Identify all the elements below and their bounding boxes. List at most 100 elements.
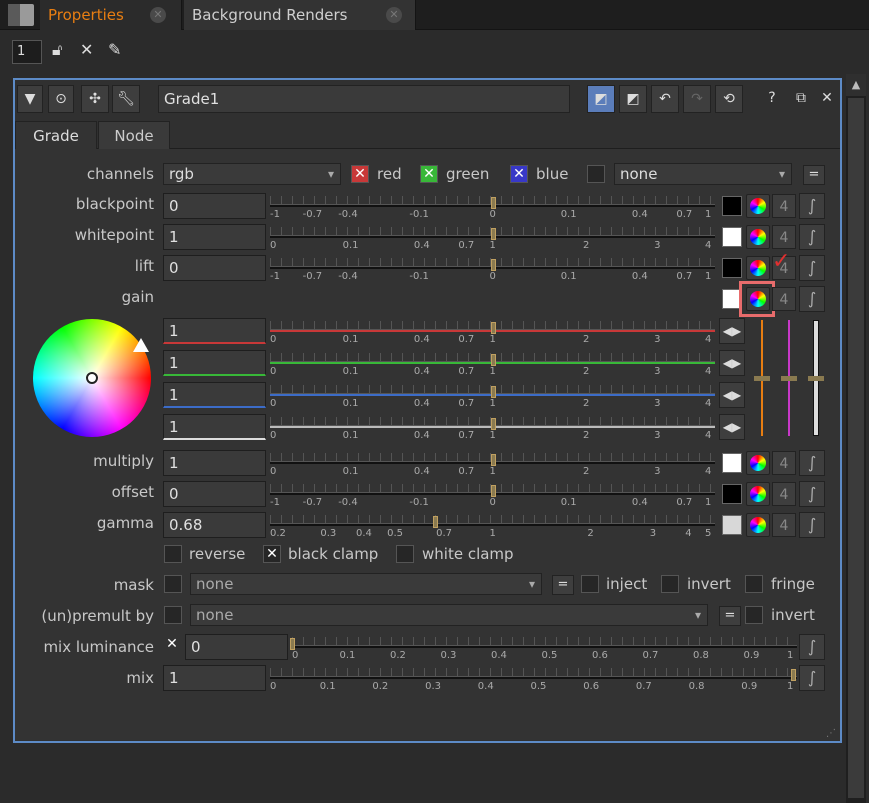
centre-node-icon[interactable]: ✣: [81, 85, 109, 113]
slider-handle[interactable]: [490, 418, 496, 430]
pencil-icon[interactable]: ✎: [108, 40, 121, 62]
color-wheel-icon[interactable]: [746, 482, 770, 506]
inject-checkbox[interactable]: [581, 575, 599, 593]
animation-curve-icon[interactable]: ∫: [799, 224, 825, 250]
premult-dropdown[interactable]: none: [190, 604, 708, 626]
gamma-swatch[interactable]: [722, 515, 742, 535]
tab-node[interactable]: Node: [98, 121, 170, 149]
wrench-icon[interactable]: 🔧︎: [112, 85, 140, 113]
collapse-icon[interactable]: ▼: [17, 85, 43, 113]
gain-green-arrows-icon[interactable]: ◀▶: [719, 350, 745, 376]
premult-invert-checkbox[interactable]: [745, 606, 763, 624]
animation-curve-icon[interactable]: ∫: [799, 193, 825, 219]
animation-curve-icon[interactable]: ∫: [799, 255, 825, 281]
multiply-swatch[interactable]: [722, 453, 742, 473]
red-checkbox[interactable]: ✕: [351, 165, 369, 183]
value-triangle-icon[interactable]: [133, 338, 149, 352]
split-channels-button[interactable]: 4: [772, 287, 796, 311]
gain-red-field[interactable]: 1: [163, 318, 266, 344]
slider-handle[interactable]: [490, 454, 496, 466]
offset-slider[interactable]: -1 -0.7 -0.4 -0.1 0 0.1 0.4 0.7 1: [270, 481, 715, 509]
animation-curve-icon[interactable]: ∫: [799, 634, 825, 660]
slider-handle[interactable]: [791, 669, 796, 681]
slider-handle[interactable]: [432, 516, 438, 528]
close-panel-icon[interactable]: ✕: [816, 85, 838, 113]
lift-field[interactable]: 0: [163, 255, 266, 281]
gain-red-arrows-icon[interactable]: ◀▶: [719, 318, 745, 344]
lift-slider[interactable]: -1 -0.7 -0.4 -0.1 0 0.1 0.4 0.7 1: [270, 255, 715, 283]
viewer-icon[interactable]: ⊙: [48, 85, 74, 113]
slider-handle[interactable]: [490, 197, 496, 209]
slider-handle[interactable]: [490, 228, 496, 240]
green-checkbox[interactable]: ✕: [420, 165, 438, 183]
multiply-slider[interactable]: 0 0.1 0.4 0.7 1 2 3 4: [270, 450, 715, 478]
redo-icon[interactable]: ↷: [683, 85, 711, 113]
gain-green-slider[interactable]: 0 0.1 0.4 0.7 1 2 3 4: [270, 350, 715, 378]
white-clamp-checkbox[interactable]: [396, 545, 414, 563]
mix-luminance-checkbox[interactable]: ✕: [163, 636, 181, 654]
pane-grip-icon[interactable]: [8, 4, 34, 26]
blue-checkbox[interactable]: ✕: [510, 165, 528, 183]
whitepoint-slider[interactable]: 0 0.1 0.4 0.7 1 2 3 4: [270, 224, 715, 252]
hue-vertical-slider[interactable]: [752, 318, 772, 438]
lift-swatch[interactable]: [722, 258, 742, 278]
revert-icon[interactable]: ⟲: [715, 85, 743, 113]
slider-handle[interactable]: [290, 638, 295, 650]
close-icon[interactable]: ✕: [150, 7, 166, 23]
node-name-field[interactable]: Grade1: [158, 85, 570, 113]
gamma-field[interactable]: 0.68: [163, 512, 266, 538]
gain-blue-slider[interactable]: 0 0.1 0.4 0.7 1 2 3 4: [270, 382, 715, 410]
gain-alpha-arrows-icon[interactable]: ◀▶: [719, 414, 745, 440]
gain-red-slider[interactable]: 0 0.1 0.4 0.7 1 2 3 4: [270, 318, 715, 346]
mix-luminance-slider[interactable]: 0 0.1 0.2 0.3 0.4 0.5 0.6 0.7 0.8 0.9 1: [290, 634, 797, 662]
black-clamp-checkbox[interactable]: ✕: [263, 545, 281, 563]
whitepoint-swatch[interactable]: [722, 227, 742, 247]
slider-handle[interactable]: [490, 386, 496, 398]
offset-field[interactable]: 0: [163, 481, 266, 507]
scroll-up-icon[interactable]: ▲: [846, 74, 866, 96]
lock-icon[interactable]: 🔓︎: [52, 40, 62, 62]
whitepoint-field[interactable]: 1: [163, 224, 266, 250]
reverse-checkbox[interactable]: [164, 545, 182, 563]
animation-curve-icon[interactable]: ∫: [799, 450, 825, 476]
node-color-icon[interactable]: ◩: [587, 85, 615, 113]
channels-dropdown[interactable]: rgb: [163, 163, 341, 185]
premult-link-button[interactable]: =: [719, 606, 741, 626]
extra-channel-dropdown[interactable]: none: [614, 163, 792, 185]
color-wheel-icon[interactable]: [746, 225, 770, 249]
max-panels-field[interactable]: 1: [12, 40, 42, 64]
undo-icon[interactable]: ↶: [651, 85, 679, 113]
value-vertical-slider[interactable]: [806, 318, 826, 438]
offset-swatch[interactable]: [722, 484, 742, 504]
split-channels-button[interactable]: 4: [772, 513, 796, 537]
split-channels-button[interactable]: 4: [772, 194, 796, 218]
slider-handle[interactable]: [490, 259, 496, 271]
clear-panels-icon[interactable]: ✕: [80, 40, 93, 62]
animation-curve-icon[interactable]: ∫: [799, 512, 825, 538]
color-wheel-icon[interactable]: [746, 256, 770, 280]
mix-field[interactable]: 1: [163, 665, 266, 691]
animation-curve-icon[interactable]: ∫: [799, 481, 825, 507]
mask-checkbox[interactable]: [164, 575, 182, 593]
slider-handle[interactable]: [490, 485, 496, 497]
tab-background-renders[interactable]: Background Renders: [184, 0, 416, 30]
color-wheel-cursor[interactable]: [86, 372, 98, 384]
color-wheel-icon[interactable]: [746, 451, 770, 475]
channels-link-button[interactable]: =: [803, 165, 825, 185]
split-channels-button[interactable]: 4: [772, 225, 796, 249]
slider-handle[interactable]: [490, 354, 496, 366]
premult-checkbox[interactable]: [164, 606, 182, 624]
animation-curve-icon[interactable]: ∫: [799, 665, 825, 691]
mix-slider[interactable]: 0 0.1 0.2 0.3 0.4 0.5 0.6 0.7 0.8 0.9 1: [270, 665, 797, 693]
color-wheel-icon[interactable]: [746, 513, 770, 537]
float-icon[interactable]: ⧉: [790, 85, 812, 113]
mask-dropdown[interactable]: none: [190, 573, 542, 595]
alpha-checkbox[interactable]: [587, 165, 605, 183]
slider-handle[interactable]: [490, 322, 496, 334]
gain-blue-arrows-icon[interactable]: ◀▶: [719, 382, 745, 408]
gain-alpha-slider[interactable]: 0 0.1 0.4 0.7 1 2 3 4: [270, 414, 715, 442]
mix-luminance-field[interactable]: 0: [185, 634, 288, 660]
multiply-field[interactable]: 1: [163, 450, 266, 476]
animation-curve-icon[interactable]: ∫: [799, 286, 825, 312]
color-wheel-icon[interactable]: [746, 194, 770, 218]
